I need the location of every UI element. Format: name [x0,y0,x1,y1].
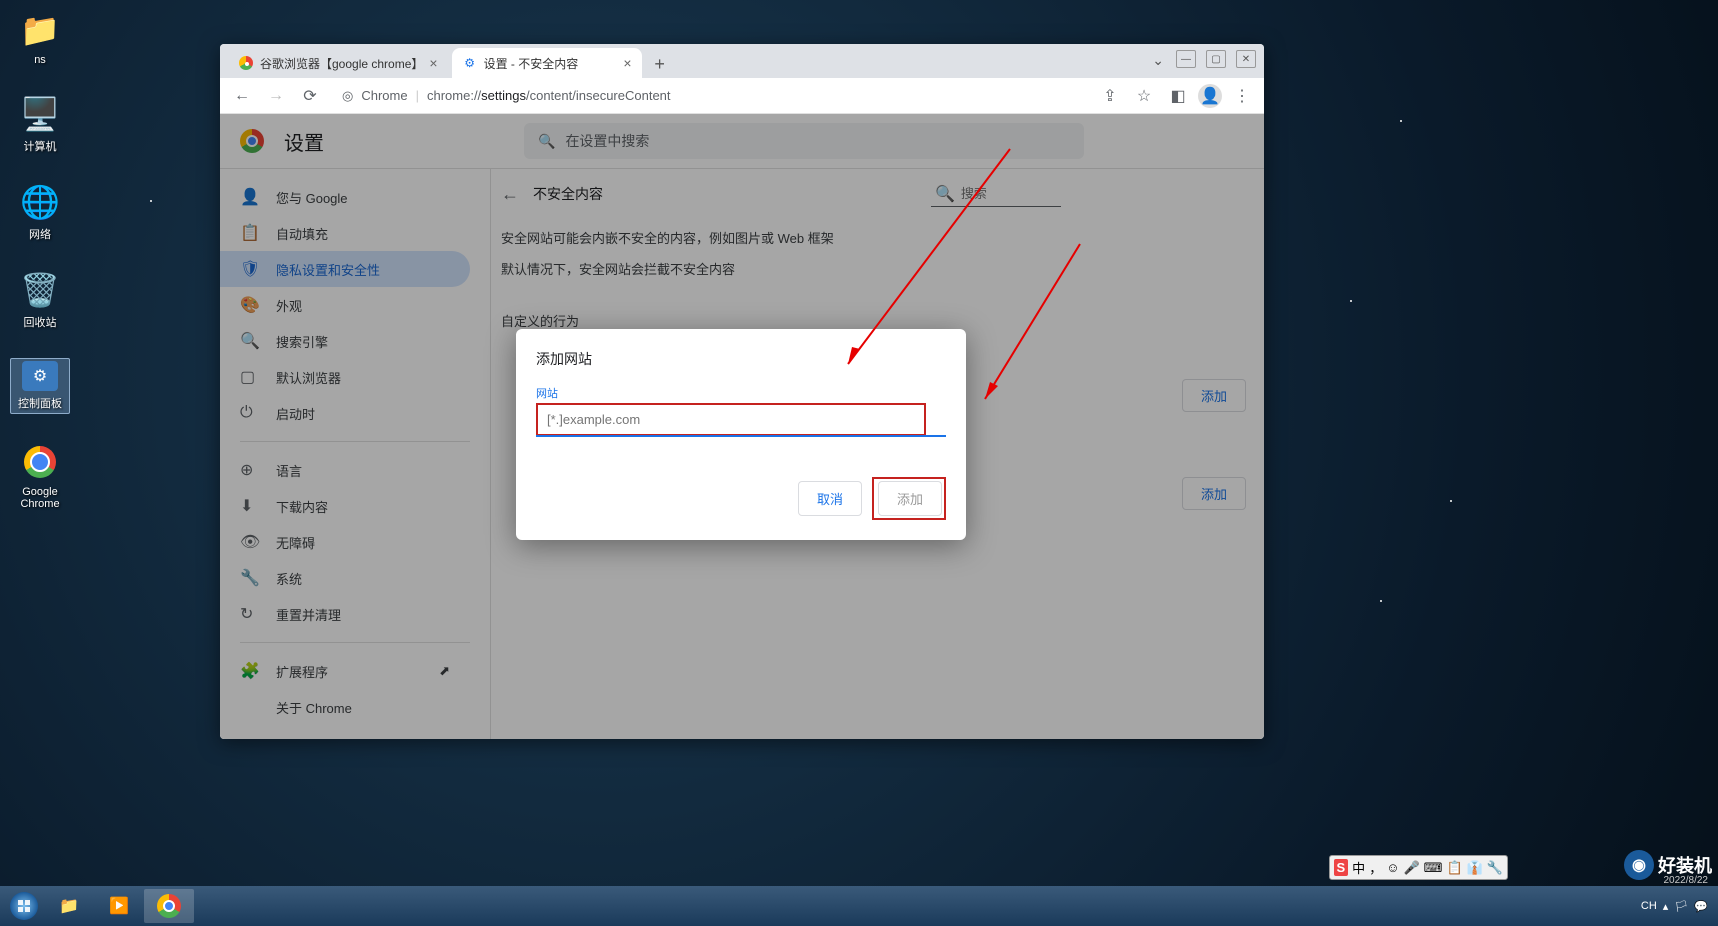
tray-flag-icon[interactable]: 🏳 [1674,900,1688,913]
maximize-button[interactable]: ▢ [1206,50,1226,68]
address-bar: ← → ⟳ ◎ Chrome | chrome://settings/conte… [220,78,1264,114]
dialog-input-highlight [536,403,926,436]
taskbar: 📁 ▶️ CH ▴ 🏳 💬 [0,886,1718,926]
ime-toolbar[interactable]: S 中 ， ☺ 🎤 ⌨ 📋 👔 🔧 [1329,855,1509,880]
site-info-icon[interactable]: ◎ [342,88,353,104]
watermark-date: 2022/8/22 [1664,875,1709,886]
sogou-icon: S [1334,859,1349,876]
watermark-logo-icon: ◉ [1624,850,1654,880]
dialog-title: 添加网站 [536,349,946,369]
forward-button[interactable]: → [262,82,290,110]
desktop-icon-network[interactable]: 🌐网络 [10,182,70,242]
tab-title: 谷歌浏览器【google chrome】 [260,55,423,72]
dialog-field-label: 网站 [536,385,946,401]
gear-favicon-icon: ⚙ [462,55,478,71]
chrome-window: 谷歌浏览器【google chrome】 × ⚙ 设置 - 不安全内容 × + … [220,44,1264,739]
desktop-icon-computer[interactable]: 🖥️计算机 [10,94,70,154]
desktop-icon-recycle[interactable]: 🗑️回收站 [10,270,70,330]
tab-0[interactable]: 谷歌浏览器【google chrome】 × [228,48,448,78]
ime-lang[interactable]: 中 [1352,858,1365,877]
url-field[interactable]: ◎ Chrome | chrome://settings/content/ins… [330,88,1090,104]
desktop-icons: 📁ns 🖥️计算机 🌐网络 🗑️回收站 ⚙控制面板 Google Chrome [10,10,70,510]
new-tab-button[interactable]: + [646,50,674,78]
input-underline [536,435,946,437]
tray-action-center-icon[interactable]: 💬 [1694,900,1708,913]
tab-1-active[interactable]: ⚙ 设置 - 不安全内容 × [452,48,642,78]
taskbar-explorer[interactable]: 📁 [44,889,94,923]
page-content: 设置 🔍 在设置中搜索 👤您与 Google 📋自动填充 🛡隐私设置和安全性 🎨… [220,114,1264,739]
reload-button[interactable]: ⟳ [296,82,324,110]
chrome-favicon-icon [238,55,254,71]
ime-keyboard-icon[interactable]: ⌨ [1424,860,1443,876]
desktop-icon-chrome[interactable]: Google Chrome [10,442,70,510]
ime-settings-icon[interactable]: 🔧 [1487,860,1503,876]
ime-emoji-icon[interactable]: ☺ [1386,860,1399,875]
ime-clipboard-icon[interactable]: 📋 [1446,860,1462,876]
close-icon[interactable]: × [623,55,631,71]
ime-punct-icon[interactable]: ， [1369,858,1382,877]
bookmark-icon[interactable]: ☆ [1130,82,1158,110]
start-button[interactable] [4,888,44,924]
share-icon[interactable]: ⇪ [1096,82,1124,110]
tab-dropdown-icon[interactable]: ⌄ [1152,52,1164,69]
minimize-button[interactable]: — [1176,50,1196,68]
add-button-highlight: 添加 [872,477,946,520]
back-button[interactable]: ← [228,82,256,110]
cancel-button[interactable]: 取消 [798,481,862,516]
ime-skin-icon[interactable]: 👔 [1467,860,1483,876]
taskbar-media[interactable]: ▶️ [94,889,144,923]
desktop-icon-control-panel[interactable]: ⚙控制面板 [10,358,70,414]
add-button[interactable]: 添加 [878,481,942,516]
ime-voice-icon[interactable]: 🎤 [1403,860,1419,876]
desktop-icon-ns[interactable]: 📁ns [10,10,70,66]
add-site-dialog: 添加网站 网站 取消 添加 [516,329,966,540]
menu-icon[interactable]: ⋮ [1228,82,1256,110]
tab-title: 设置 - 不安全内容 [484,55,579,72]
tray-caret-icon[interactable]: ▴ [1663,900,1669,913]
profile-icon[interactable]: 👤 [1198,84,1222,108]
sidepanel-icon[interactable]: ◧ [1164,82,1192,110]
close-icon[interactable]: × [429,55,437,71]
tray-lang[interactable]: CH [1641,900,1657,912]
taskbar-chrome[interactable] [144,889,194,923]
site-url-input[interactable] [539,406,923,433]
window-controls: — ▢ ✕ [1176,50,1256,68]
system-tray: CH ▴ 🏳 💬 [1641,900,1714,913]
close-window-button[interactable]: ✕ [1236,50,1256,68]
titlebar: 谷歌浏览器【google chrome】 × ⚙ 设置 - 不安全内容 × + … [220,44,1264,78]
